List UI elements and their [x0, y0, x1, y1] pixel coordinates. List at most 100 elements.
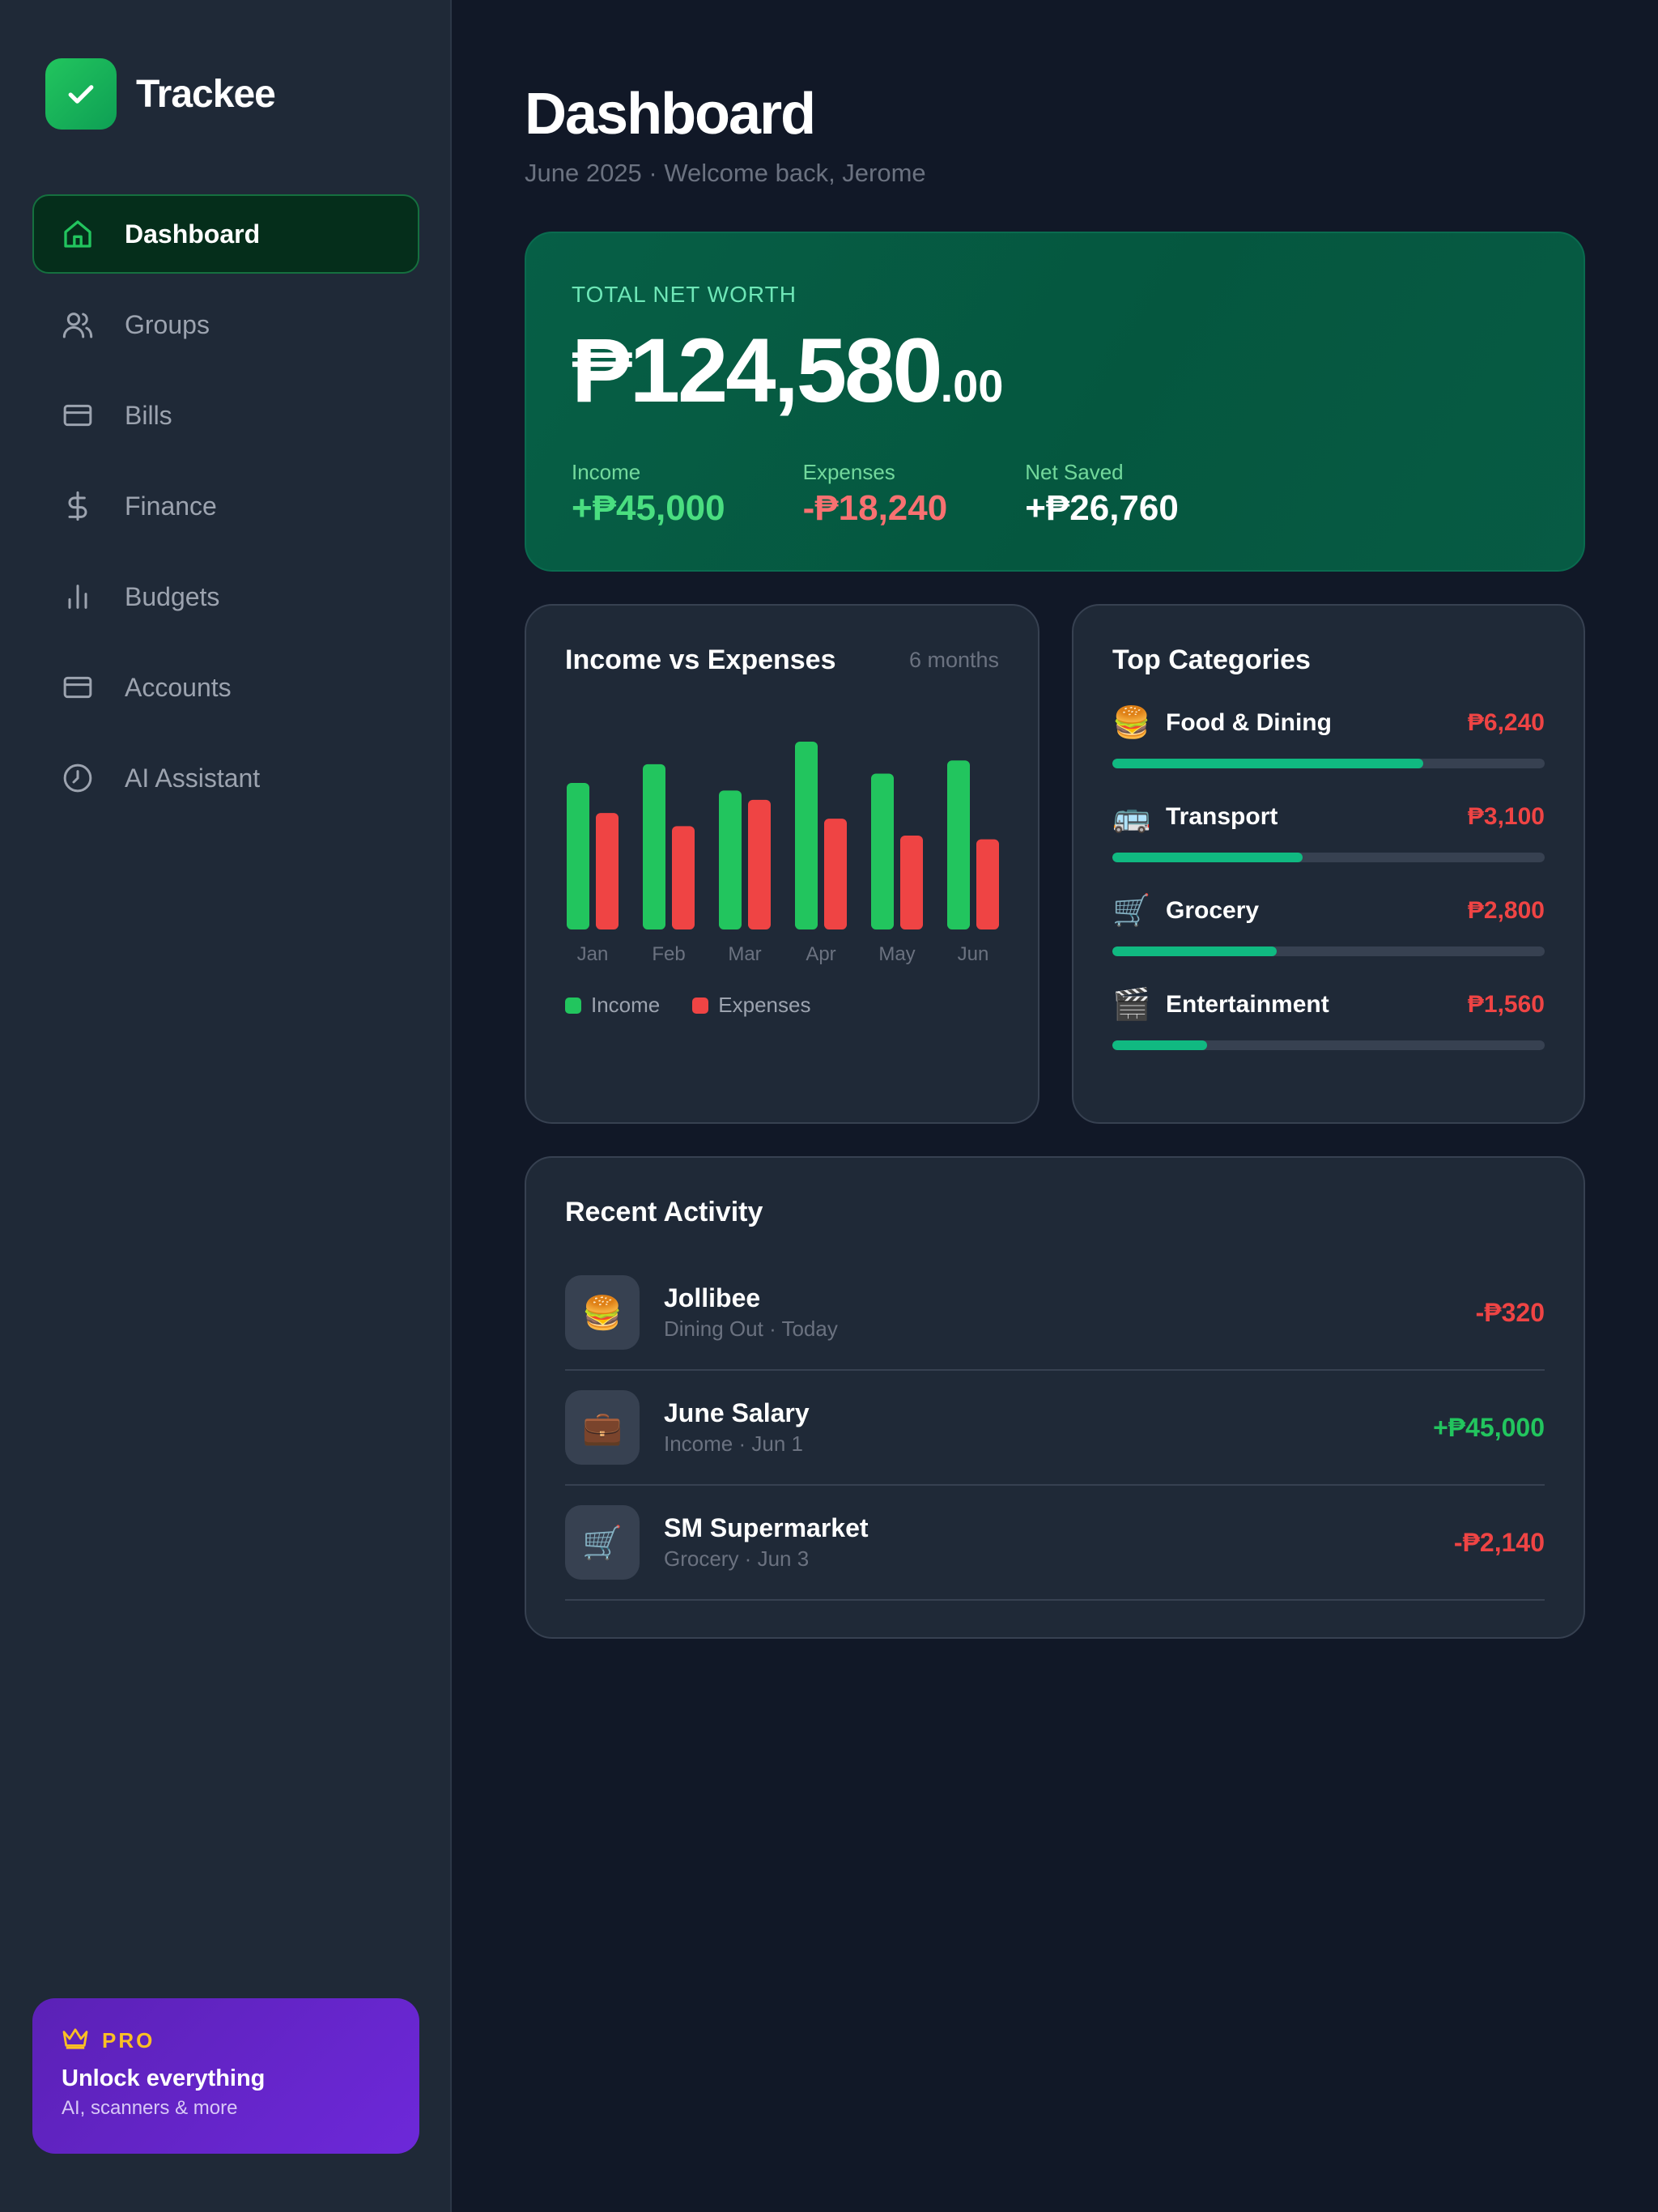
bar-expenses-mar [748, 799, 771, 929]
x-tick-label: May [878, 943, 915, 965]
activity-amount: +₱45,000 [1433, 1412, 1545, 1442]
stat-expenses: Expenses -₱18,240 [803, 460, 948, 529]
bar-chart-icon [60, 579, 96, 615]
x-tick-label: Jun [958, 943, 989, 965]
legend-label: Expenses [718, 993, 811, 1017]
range-label[interactable]: 6 months [909, 648, 999, 673]
activity-name: SM Supermarket [664, 1513, 869, 1542]
sidebar-item-accounts[interactable]: Accounts [32, 648, 419, 727]
category-list: 🍔 Food & Dining ₱6,240 🚌 Transport ₱3,100 🛒 Gro… [1112, 705, 1545, 1081]
legend-label: Income [591, 993, 661, 1017]
sidebar-item-bills[interactable]: Bills [32, 376, 419, 455]
category-emoji-icon: 🚌 [1112, 800, 1151, 834]
chart-legend: Income Expenses [565, 993, 843, 1018]
category-item[interactable]: 🚌 Transport ₱3,100 [1112, 799, 1545, 893]
net-worth-amount: ₱124,580 .00 [572, 325, 1538, 416]
pro-title: Unlock everything [62, 2065, 266, 2091]
activity-emoji-icon: 🍔 [565, 1275, 640, 1350]
category-progress-fill [1112, 1040, 1208, 1050]
sidebar-item-label: Dashboard [125, 219, 261, 249]
bar-income-feb [643, 764, 665, 929]
list-item[interactable]: 💼 June Salary Income · Jun 1 +₱45,000 [565, 1371, 1545, 1486]
stat-value: -₱18,240 [802, 488, 948, 528]
bar-income-jan [567, 783, 589, 929]
stat-label: Expenses [802, 460, 895, 484]
pro-upgrade-card[interactable]: PRO Unlock everything AI, scanners & mor… [32, 1998, 419, 2154]
category-progress-bar [1112, 853, 1545, 862]
category-item[interactable]: 🛒 Grocery ₱2,800 [1112, 893, 1545, 987]
category-name: Grocery [1166, 897, 1260, 924]
list-item[interactable]: 🍔 Jollibee Dining Out · Today -₱320 [565, 1256, 1545, 1371]
card-icon [60, 670, 96, 705]
activity-name: June Salary [664, 1398, 810, 1427]
bar-income-may [871, 773, 894, 929]
income-expenses-chart: Jan Feb Mar Apr May Jun [567, 742, 999, 965]
sidebar-item-label: AI Assistant [125, 763, 261, 793]
net-worth-label: TOTAL NET WORTH [572, 282, 797, 307]
category-amount: ₱2,800 [1467, 897, 1545, 924]
activity-meta: Income · Jun 1 [664, 1431, 803, 1456]
sidebar-item-groups[interactable]: Groups [32, 285, 419, 364]
category-progress-fill [1112, 946, 1277, 956]
pro-badge: PRO [102, 2028, 155, 2052]
category-item[interactable]: 🎬 Entertainment ₱1,560 [1112, 987, 1545, 1081]
category-progress-fill [1112, 853, 1303, 862]
stat-value: +₱26,760 [1025, 488, 1179, 528]
bar-expenses-feb [672, 826, 695, 929]
x-tick-label: Apr [806, 943, 835, 965]
activity-emoji-icon: 💼 [565, 1390, 640, 1465]
sidebar-item-label: Finance [125, 491, 217, 521]
bar-expenses-jan [596, 813, 619, 929]
category-amount: ₱3,100 [1467, 803, 1545, 830]
page-subtitle: June 2025 · Welcome back, Jerome [525, 159, 926, 187]
clock-icon [60, 760, 96, 796]
crown-icon [62, 2027, 89, 2054]
legend-swatch-income [565, 997, 581, 1014]
stat-label: Net Saved [1025, 460, 1124, 484]
category-name: Food & Dining [1166, 709, 1332, 736]
activity-meta: Dining Out · Today [664, 1317, 838, 1341]
bar-expenses-apr [824, 819, 847, 929]
bar-income-mar [719, 790, 742, 929]
x-tick-label: Feb [652, 943, 685, 965]
sidebar-item-budgets[interactable]: Budgets [32, 557, 419, 636]
recent-activity-card: Recent Activity 🍔 Jollibee Dining Out · To… [525, 1156, 1585, 1639]
legend-swatch-expenses [692, 997, 709, 1014]
stat-income: Income +₱45,000 [572, 460, 725, 529]
list-item[interactable]: 🛒 SM Supermarket Grocery · Jun 3 -₱2,140 [565, 1486, 1545, 1601]
sidebar-item-label: Groups [125, 309, 210, 339]
activity-amount: -₱320 [1475, 1297, 1545, 1327]
brand-name: Trackee [136, 72, 276, 116]
sidebar-item-ai-assistant[interactable]: AI Assistant [32, 738, 419, 818]
activity-amount: -₱2,140 [1453, 1527, 1545, 1557]
sidebar-item-dashboard[interactable]: Dashboard [32, 194, 419, 274]
sidebar: Trackee Dashboard Groups Bills Finance B… [0, 0, 452, 2212]
card-title: Top Categories [1112, 644, 1311, 675]
net-worth-cents: .00 [940, 360, 1004, 411]
brand[interactable]: Trackee [45, 58, 276, 130]
category-progress-bar [1112, 759, 1545, 768]
pro-subtitle: AI, scanners & more [62, 2097, 238, 2119]
sidebar-item-label: Accounts [125, 672, 232, 702]
sidebar-item-finance[interactable]: Finance [32, 466, 419, 546]
x-tick-label: Jan [577, 943, 609, 965]
dollar-icon [60, 488, 96, 524]
page-title: Dashboard [525, 82, 816, 147]
activity-list: 🍔 Jollibee Dining Out · Today -₱320 💼 June Sa… [565, 1256, 1545, 1601]
stat-net-saved: Net Saved +₱26,760 [1025, 460, 1179, 529]
card-icon [60, 398, 96, 433]
bar-expenses-may [900, 836, 923, 929]
net-worth-value: ₱124,580 [572, 320, 943, 421]
card-title: Income vs Expenses [565, 644, 836, 675]
net-worth-stats: Income +₱45,000 Expenses -₱18,240 Net Sa… [572, 460, 1538, 529]
category-name: Transport [1166, 803, 1278, 830]
category-amount: ₱6,240 [1467, 709, 1545, 736]
category-name: Entertainment [1166, 991, 1329, 1018]
category-item[interactable]: 🍔 Food & Dining ₱6,240 [1112, 705, 1545, 799]
bar-income-apr [795, 742, 818, 929]
sidebar-item-label: Bills [125, 400, 172, 430]
category-progress-bar [1112, 1040, 1545, 1050]
activity-emoji-icon: 🛒 [565, 1505, 640, 1580]
users-icon [60, 307, 96, 342]
check-icon [45, 58, 117, 130]
